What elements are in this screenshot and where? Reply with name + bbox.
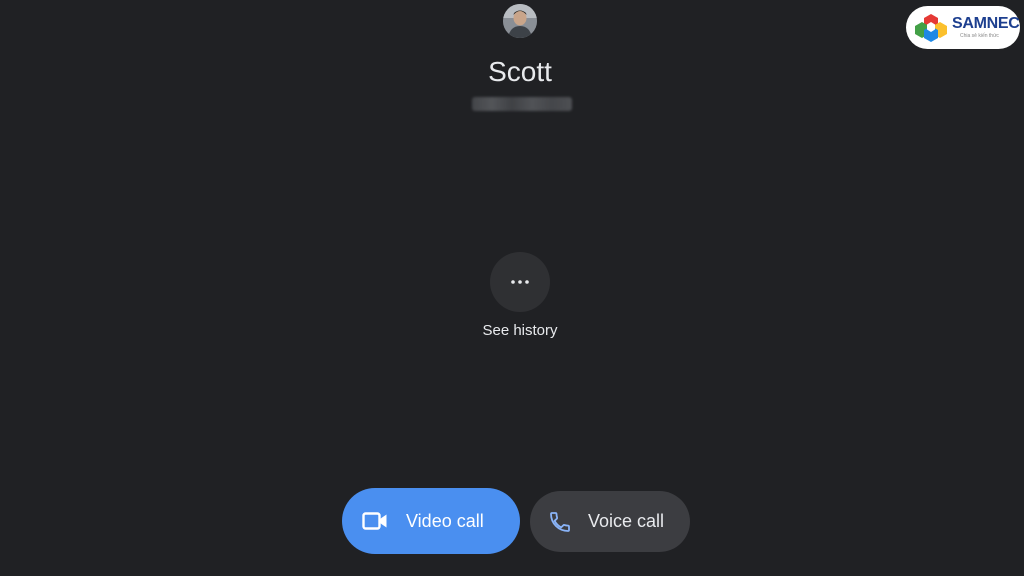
see-history-label: See history (482, 322, 558, 339)
more-horizontal-icon (511, 280, 529, 284)
videocam-icon (362, 512, 388, 530)
samnec-logo-mark-icon (914, 13, 948, 43)
samnec-brand-name: SAMNEC (952, 15, 1020, 32)
contact-number-blurred (472, 97, 572, 111)
voice-call-button[interactable]: Voice call (530, 491, 690, 552)
contact-name: Scott (488, 56, 552, 87)
video-call-button[interactable]: Video call (342, 488, 520, 554)
contact-call-screen: Scott See history Video call Voice call … (0, 0, 1024, 576)
contact-avatar[interactable] (503, 4, 537, 38)
phone-icon (548, 510, 572, 534)
avatar-photo (503, 4, 537, 38)
see-history-button[interactable] (490, 252, 550, 312)
samnec-tagline: Chia sẻ kiến thức (960, 33, 999, 39)
voice-call-label: Voice call (588, 511, 665, 531)
video-call-label: Video call (406, 510, 484, 531)
samnec-logo: SAMNEC Chia sẻ kiến thức (906, 6, 1020, 49)
